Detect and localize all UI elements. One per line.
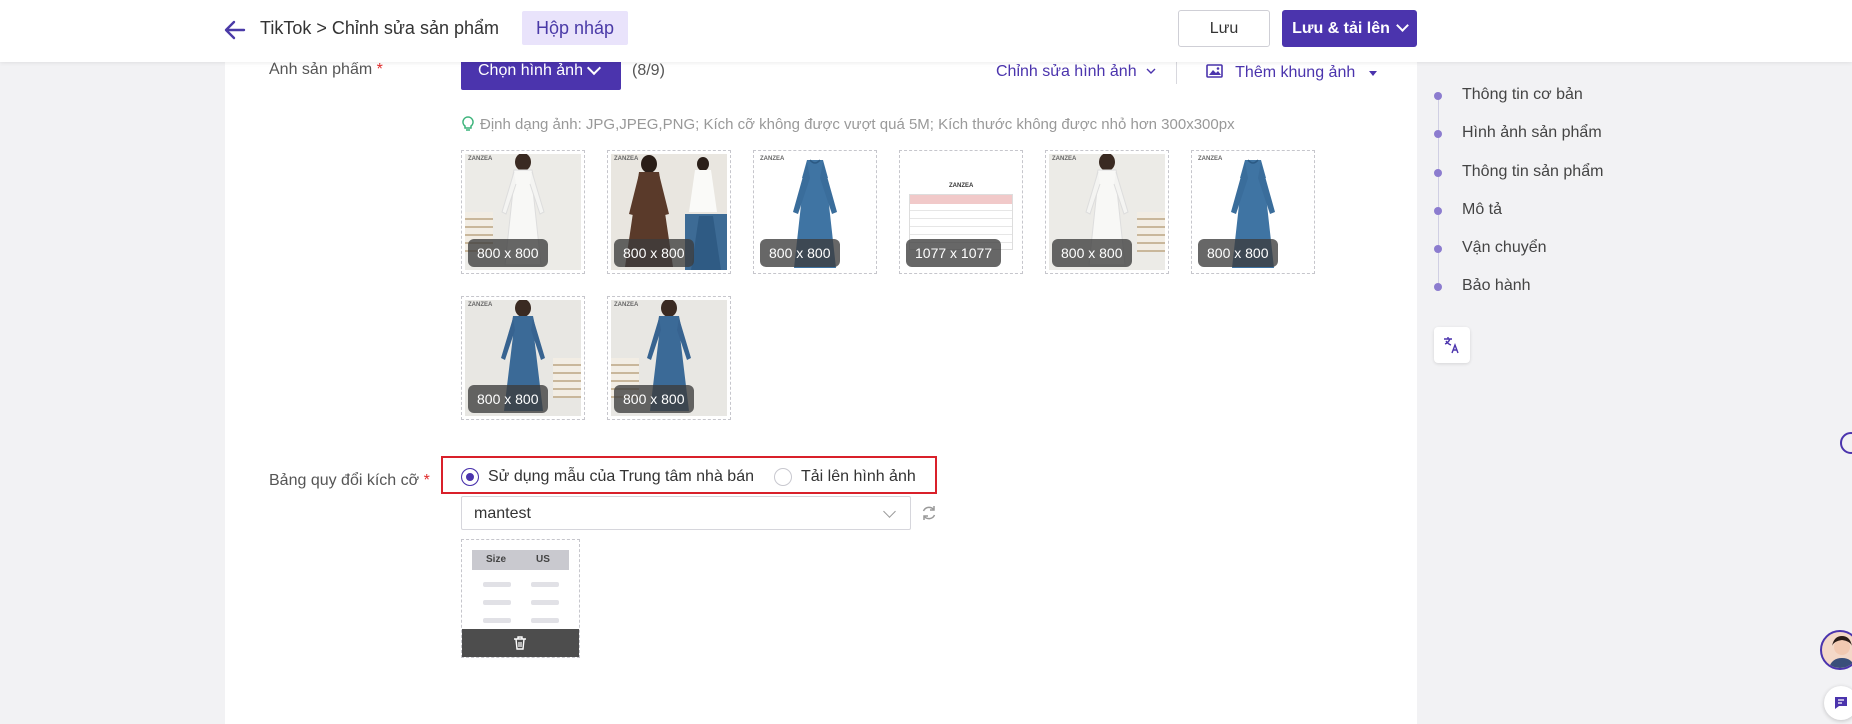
brand-logo: ZANZEA bbox=[949, 183, 974, 189]
save-button[interactable]: Lưu bbox=[1178, 10, 1270, 47]
radio-unselected-icon bbox=[774, 468, 792, 486]
image-dimensions: 800 x 800 bbox=[1198, 239, 1278, 267]
product-image-2[interactable]: ZANZEA 800 x 800 bbox=[607, 150, 731, 274]
nav-item-product-info[interactable]: Thông tin sản phẩm bbox=[1430, 163, 1603, 181]
nav-item-shipping[interactable]: Vận chuyển bbox=[1430, 239, 1547, 257]
brand-logo: ZANZEA bbox=[1198, 156, 1223, 162]
image-dimensions: 1077 x 1077 bbox=[906, 239, 1002, 267]
size-template-select[interactable]: mantest bbox=[461, 496, 911, 530]
image-dimensions: 800 x 800 bbox=[614, 239, 694, 267]
select-value: mantest bbox=[474, 505, 531, 522]
lightbulb-icon bbox=[462, 116, 474, 131]
product-image-6[interactable]: ZANZEA 800 x 800 bbox=[1191, 150, 1315, 274]
product-image-5[interactable]: ZANZEA 800 x 800 bbox=[1045, 150, 1169, 274]
nav-item-basic-info[interactable]: Thông tin cơ bản bbox=[1430, 86, 1583, 104]
image-count: (8/9) bbox=[632, 62, 665, 79]
save-and-upload-button[interactable]: Lưu & tải lên bbox=[1282, 10, 1417, 47]
product-image-4[interactable]: ZANZEA 1077 x 1077 bbox=[899, 150, 1023, 274]
radio-use-template[interactable]: Sử dụng mẫu của Trung tâm nhà bán bbox=[461, 468, 754, 486]
product-image-8[interactable]: ZANZEA 800 x 800 bbox=[607, 296, 731, 420]
edit-images-link[interactable]: Chỉnh sửa hình ảnh bbox=[996, 63, 1157, 81]
size-chart-options: Sử dụng mẫu của Trung tâm nhà bán Tải lê… bbox=[441, 456, 937, 494]
product-image-1[interactable]: ZANZEA 800 x 800 bbox=[461, 150, 585, 274]
chevron-down-icon bbox=[1396, 19, 1409, 32]
status-badge: Hộp nháp bbox=[522, 11, 629, 45]
radio-upload-image[interactable]: Tải lên hình ảnh bbox=[774, 468, 916, 486]
chevron-down-icon bbox=[1146, 68, 1156, 74]
chevron-down-icon bbox=[586, 60, 602, 76]
caret-down-icon bbox=[1368, 71, 1377, 76]
brand-logo: ZANZEA bbox=[1052, 156, 1077, 162]
image-dimensions: 800 x 800 bbox=[468, 239, 548, 267]
brand-logo: ZANZEA bbox=[614, 302, 639, 308]
nav-item-description[interactable]: Mô tả bbox=[1430, 201, 1502, 219]
translate-icon bbox=[1444, 337, 1459, 354]
chat-button[interactable] bbox=[1824, 686, 1852, 720]
image-dimensions: 800 x 800 bbox=[614, 385, 694, 413]
refresh-icon[interactable] bbox=[920, 504, 938, 522]
nav-item-product-images[interactable]: Hình ảnh sản phẩm bbox=[1430, 124, 1602, 142]
nav-item-warranty[interactable]: Bảo hành bbox=[1430, 277, 1531, 295]
image-dimensions: 800 x 800 bbox=[468, 385, 548, 413]
brand-logo: ZANZEA bbox=[468, 302, 493, 308]
divider bbox=[1176, 60, 1177, 84]
product-images-label: Ảnh sản phẩm * bbox=[269, 61, 383, 78]
radio-selected-icon bbox=[461, 468, 479, 486]
size-template-preview[interactable]: Size US bbox=[461, 539, 580, 658]
chevron-down-icon bbox=[883, 505, 896, 518]
image-icon bbox=[1206, 64, 1223, 78]
side-panel bbox=[1417, 62, 1852, 724]
delete-template-button[interactable] bbox=[462, 629, 579, 657]
image-dimensions: 800 x 800 bbox=[1052, 239, 1132, 267]
image-dimensions: 800 x 800 bbox=[760, 239, 840, 267]
assistant-avatar[interactable] bbox=[1820, 630, 1852, 670]
chat-icon bbox=[1835, 697, 1847, 709]
translate-button[interactable] bbox=[1434, 327, 1470, 363]
format-hint: Định dạng ảnh: JPG,JPEG,PNG; Kích cỡ khô… bbox=[462, 116, 1235, 133]
trash-icon bbox=[514, 636, 526, 650]
brand-logo: ZANZEA bbox=[468, 156, 493, 162]
product-image-3[interactable]: ZANZEA 800 x 800 bbox=[753, 150, 877, 274]
top-header: TikTok > Chỉnh sửa sản phẩm Hộp nháp Lưu… bbox=[0, 0, 1852, 62]
product-image-7[interactable]: ZANZEA 800 x 800 bbox=[461, 296, 585, 420]
brand-logo: ZANZEA bbox=[760, 156, 785, 162]
save-and-upload-label: Lưu & tải lên bbox=[1292, 20, 1390, 37]
breadcrumb: TikTok > Chỉnh sửa sản phẩm bbox=[260, 18, 499, 38]
brand-logo: ZANZEA bbox=[614, 156, 639, 162]
size-chart-label: Bảng quy đổi kích cỡ * bbox=[269, 472, 430, 489]
add-frame-link[interactable]: Thêm khung ảnh bbox=[1206, 64, 1378, 82]
back-arrow-icon[interactable] bbox=[222, 18, 248, 42]
